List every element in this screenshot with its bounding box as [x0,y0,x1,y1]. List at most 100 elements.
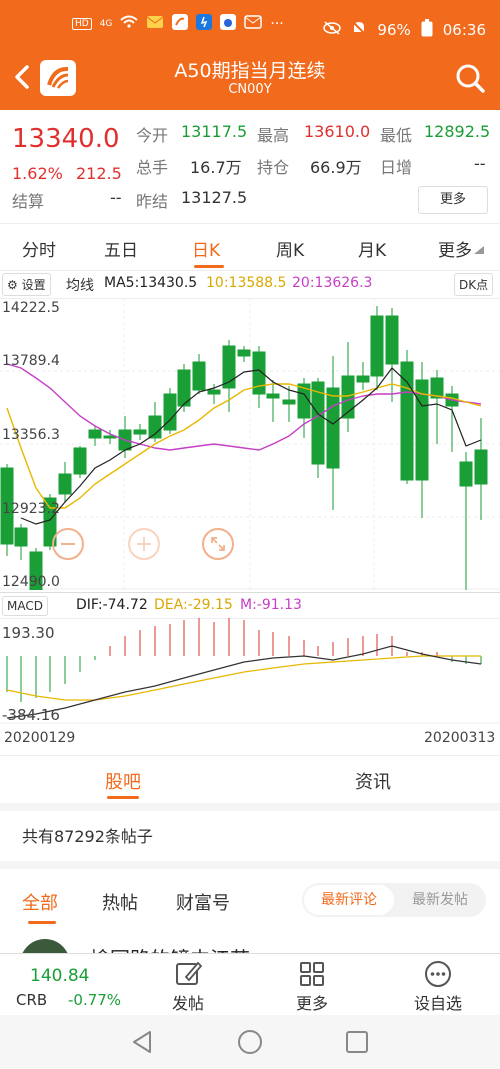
dk-point-button[interactable]: DK点 [454,273,494,296]
add-watchlist-button[interactable]: 设自选 [388,960,488,1014]
app-header: A50期指当月连续 CN00Y [0,46,500,110]
network-badge: 4G [99,18,113,29]
triangle-back-icon [133,1031,151,1053]
candle-body [266,393,280,399]
last-price: 13340.0 [12,124,120,154]
active-tab-indicator [194,265,224,268]
macd-top-label: 193.30 [2,624,55,642]
battery-icon [421,19,433,41]
candle-body [192,361,206,391]
filter-fortune[interactable]: 财富号 [176,889,230,915]
candle-body [88,429,102,439]
ma5-value: MA5:13430.5 [104,275,198,291]
y-label-3: 13356.3 [2,427,60,443]
status-icons-right: 96% 06:36 [323,19,486,41]
dots-icon: ··· [270,15,284,32]
triangle-down-icon [474,246,484,254]
field-value-prev-settlement: 13127.5 [181,188,248,207]
macd-bottom-label: -384.16 [2,706,60,724]
post-preview[interactable]: 榆园路的镜中江若 [0,925,500,955]
more-dots-icon [425,961,451,987]
change-percent: 1.62% [12,164,63,183]
message-icon [244,15,263,32]
sort-toggle: 最新评论 最新发帖 [302,883,486,917]
nav-recents-button[interactable] [344,1029,370,1059]
field-label-settlement: 结算 [12,192,45,211]
gear-icon: ⚙ [7,278,18,292]
edit-icon [176,961,202,985]
field-label-volume: 总手 [136,158,169,177]
nav-home-button[interactable] [237,1029,263,1059]
mail-icon [146,15,164,32]
zoom-out-button[interactable] [52,528,84,560]
search-button[interactable] [454,62,486,94]
clock-time: 06:36 [442,21,486,39]
wifi-icon [120,15,139,32]
tab-news[interactable]: 资讯 [355,768,391,794]
divider [0,592,500,593]
quote-more-button[interactable]: 更多 [418,186,488,214]
field-value-settlement: -- [110,188,122,207]
bear-icon [220,14,237,33]
candle-body [73,447,87,475]
field-label-prev-settlement: 昨结 [136,192,169,211]
field-label-low: 最低 [380,126,413,145]
candle-body [58,473,72,495]
candle-body [356,375,370,383]
tab-intraday[interactable]: 分时 [22,236,56,261]
eye-off-icon [323,21,342,39]
tab-weekly-k[interactable]: 周K [276,236,304,261]
candle-body [282,399,296,405]
post-button[interactable]: 发帖 [138,960,238,1014]
battery-text: 96% [377,21,411,39]
ticker-name: CRB [16,991,48,1009]
tab-monthly-k[interactable]: 月K [358,236,386,261]
change-value: 212.5 [76,164,122,183]
more-button[interactable]: 更多 [262,960,362,1014]
page-title: A50期指当月连续 [174,60,326,82]
tab-more-label: 更多 [438,241,472,261]
sort-latest-comment[interactable]: 最新评论 [304,885,394,915]
ticker-value: 140.84 [30,966,90,986]
candle-body [237,349,251,357]
field-label-daily-increase: 日增 [380,158,413,177]
field-value-volume: 16.7万 [190,158,242,177]
sort-latest-post[interactable]: 最新发帖 [396,885,484,915]
system-nav-bar [0,1015,500,1069]
kline-chart[interactable]: ⚙ 设置 均线 MA5:13430.5 10:13588.5 20:13626.… [0,270,500,755]
plus-icon [137,537,151,551]
date-end: 20200313 [424,730,496,746]
post-button-label: 发帖 [171,994,204,1013]
ma20-value: 20:13626.3 [292,275,373,291]
expand-icon [211,537,225,551]
tab-guba[interactable]: 股吧 [105,768,141,794]
filter-hot[interactable]: 热帖 [102,889,138,915]
hd-badge: HD [72,17,92,30]
filter-all[interactable]: 全部 [22,889,58,915]
date-start: 20200129 [4,730,76,746]
related-ticker[interactable]: 140.84 CRB -0.77% [0,954,138,1016]
tab-daily-k[interactable]: 日K [192,236,220,261]
page-subtitle: CN00Y [228,82,272,97]
chart-settings-label: 设置 [21,278,46,292]
alipay-icon [196,14,213,33]
nav-back-button[interactable] [130,1029,156,1059]
candle-body [14,527,28,547]
field-value-high: 13610.0 [304,122,371,141]
tab-more[interactable]: 更多 [438,236,484,261]
chart-settings-button[interactable]: ⚙ 设置 [2,273,51,296]
fullscreen-button[interactable] [202,528,234,560]
macd-indicator-button[interactable]: MACD [2,596,48,616]
candle-body [370,315,384,377]
macd-bars [6,618,482,702]
app-icon [172,14,189,33]
zoom-in-button[interactable] [128,528,160,560]
minus-icon [61,543,75,545]
macd-m: M:-91.13 [240,597,302,613]
section-tabs: 股吧 资讯 [0,755,500,804]
tab-five-day[interactable]: 五日 [104,236,138,261]
add-watchlist-label: 设自选 [413,994,462,1013]
posts-count: 共有87292条帖子 [22,827,153,846]
field-label-open-interest: 持仓 [257,158,290,177]
y-label-bottom: 12490.0 [2,574,60,590]
